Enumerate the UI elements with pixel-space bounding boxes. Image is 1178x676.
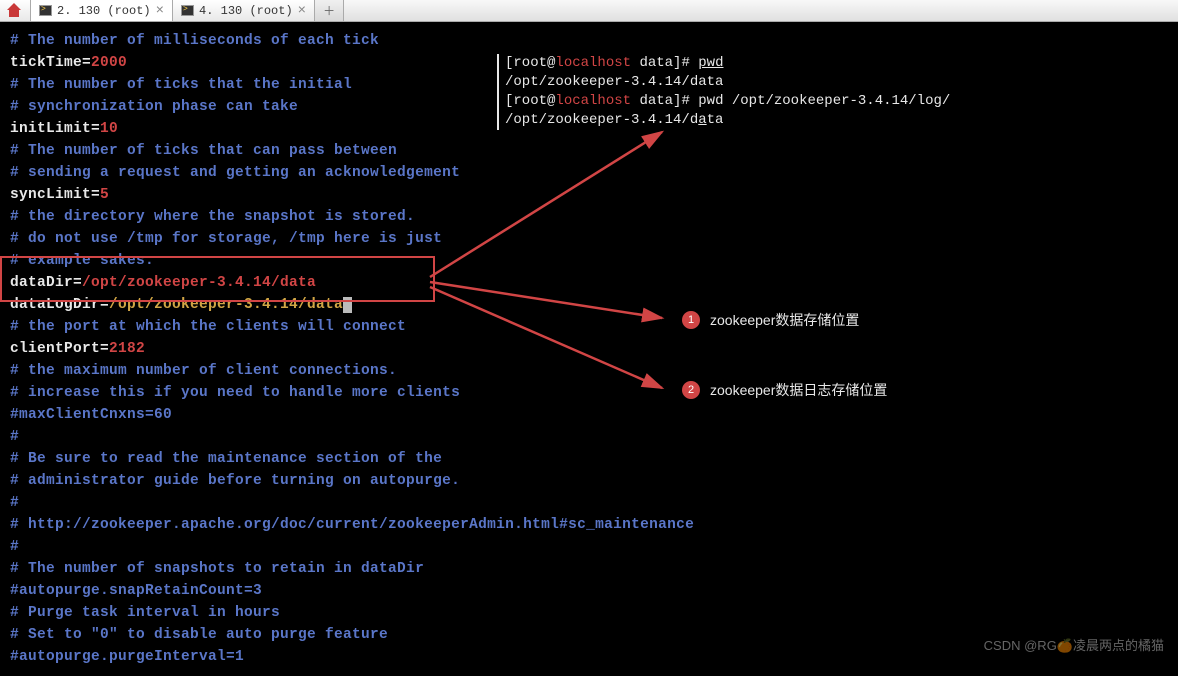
tab-label: 2. 130 (root) [57,4,151,18]
tab-label: 4. 130 (root) [199,4,293,18]
config-line: syncLimit=5 [10,184,1168,206]
shell-line: [root@localhost data]# pwd /opt/zookeepe… [505,92,950,111]
close-icon[interactable]: × [298,3,306,19]
config-line-datadir: dataDir=/opt/zookeeper-3.4.14/data [10,272,1168,294]
config-comment: # sending a request and getting an ackno… [10,162,1168,184]
config-comment: # the port at which the clients will con… [10,316,1168,338]
cursor [343,297,352,313]
config-comment: # increase this if you need to handle mo… [10,382,1168,404]
config-comment: # the maximum number of client connectio… [10,360,1168,382]
close-icon[interactable]: × [156,3,164,19]
watermark: CSDN @RG🍊凌晨两点的橘猫 [984,635,1164,654]
config-line-datalogdir: dataLogDir=/opt/zookeeper-3.4.14/data [10,294,1168,316]
config-comment: # [10,426,1168,448]
config-comment: # example sakes. [10,250,1168,272]
tab-bar: 2. 130 (root) × 4. 130 (root) × ＋ [0,0,1178,22]
plus-icon: ＋ [323,2,335,19]
shell-output-box: [root@localhost data]# pwd /opt/zookeepe… [497,54,950,130]
config-comment: # http://zookeeper.apache.org/doc/curren… [10,514,1168,536]
tab-2[interactable]: 4. 130 (root) × [173,0,315,21]
config-comment: # [10,536,1168,558]
tab-home[interactable] [0,0,31,21]
config-comment: # The number of ticks that can pass betw… [10,140,1168,162]
config-line: clientPort=2182 [10,338,1168,360]
tab-1[interactable]: 2. 130 (root) × [31,0,173,21]
shell-line: [root@localhost data]# pwd [505,54,950,73]
home-icon [8,5,22,17]
config-comment: # the directory where the snapshot is st… [10,206,1168,228]
terminal-icon [181,5,194,16]
annotation-1: 1 zookeeper数据存储位置 [682,310,859,330]
config-comment: # The number of snapshots to retain in d… [10,558,1168,580]
config-comment: # [10,492,1168,514]
annotation-text: zookeeper数据日志存储位置 [710,380,887,400]
annotation-text: zookeeper数据存储位置 [710,310,859,330]
shell-output: /opt/zookeeper-3.4.14/data [505,73,950,92]
config-comment: #maxClientCnxns=60 [10,404,1168,426]
badge-number: 2 [682,381,700,399]
config-comment: # The number of milliseconds of each tic… [10,30,1168,52]
config-comment: #autopurge.snapRetainCount=3 [10,580,1168,602]
config-comment: # administrator guide before turning on … [10,470,1168,492]
tab-add[interactable]: ＋ [315,0,344,21]
terminal-icon [39,5,52,16]
annotation-2: 2 zookeeper数据日志存储位置 [682,380,887,400]
badge-number: 1 [682,311,700,329]
config-comment: # Be sure to read the maintenance sectio… [10,448,1168,470]
config-comment: # do not use /tmp for storage, /tmp here… [10,228,1168,250]
config-comment: # Purge task interval in hours [10,602,1168,624]
shell-output: /opt/zookeeper-3.4.14/data [505,111,950,130]
